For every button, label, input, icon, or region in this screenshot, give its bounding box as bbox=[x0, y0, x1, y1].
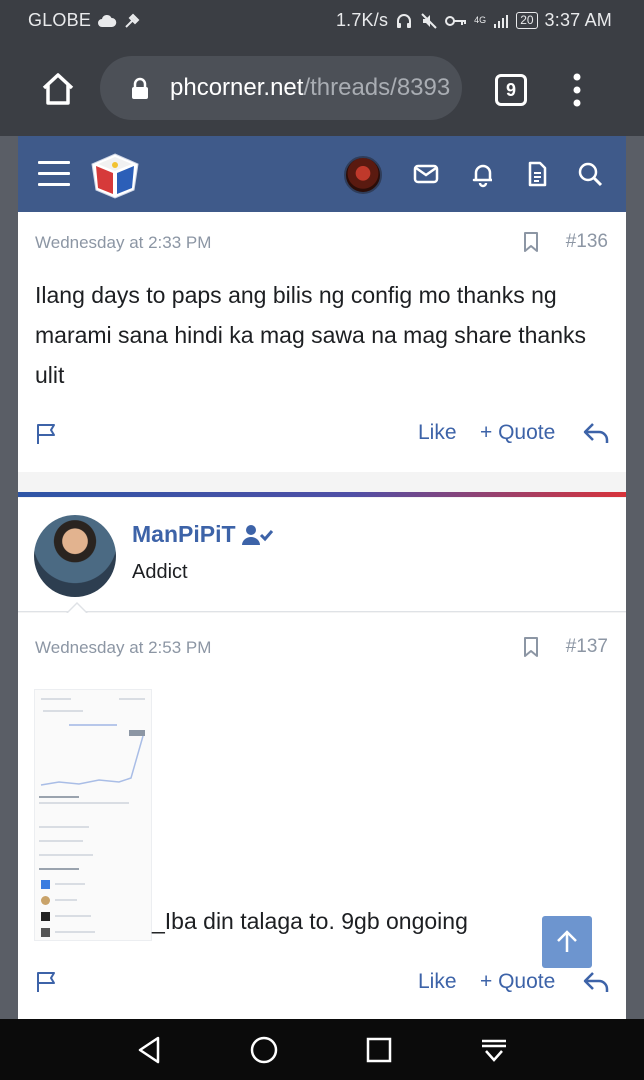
post-137: Wednesday at 2:53 PM #137 _Iba din talag… bbox=[18, 613, 626, 1019]
url-text: phcorner.net/threads/8393 bbox=[170, 74, 451, 101]
document-icon[interactable] bbox=[523, 160, 551, 188]
status-bar: GLOBE 1.7K/s 4G 20 3:37 AM bbox=[0, 0, 644, 40]
arrow-up-icon bbox=[557, 930, 577, 952]
scroll-to-top-button[interactable] bbox=[542, 916, 592, 968]
cloud-icon bbox=[98, 14, 117, 27]
post-date[interactable]: Wednesday at 2:33 PM bbox=[35, 233, 211, 253]
browser-menu-button[interactable] bbox=[566, 70, 588, 110]
like-button[interactable]: Like bbox=[418, 421, 457, 445]
username[interactable]: ManPiPiT bbox=[132, 521, 236, 548]
key-icon bbox=[445, 15, 467, 26]
like-button[interactable]: Like bbox=[418, 970, 457, 994]
system-nav-bar bbox=[0, 1019, 644, 1080]
tab-switcher-button[interactable]: 9 bbox=[495, 74, 527, 106]
post-number[interactable]: #137 bbox=[566, 636, 608, 658]
home-circle-icon[interactable] bbox=[249, 1035, 279, 1065]
user-info: ManPiPiT Addict bbox=[18, 498, 626, 612]
mail-icon[interactable] bbox=[412, 160, 440, 188]
reply-icon[interactable] bbox=[582, 420, 610, 446]
address-bar[interactable]: phcorner.net/threads/8393 bbox=[100, 56, 462, 120]
signal-icon bbox=[494, 14, 509, 28]
notification-down-icon[interactable] bbox=[479, 1035, 509, 1065]
post-body: Ilang days to paps ang bilis ng config m… bbox=[35, 282, 587, 388]
bookmark-icon[interactable] bbox=[522, 231, 540, 253]
browser-toolbar: phcorner.net/threads/8393 9 bbox=[0, 40, 644, 136]
headphones-icon bbox=[397, 13, 412, 28]
flag-icon[interactable] bbox=[34, 970, 58, 994]
lock-icon bbox=[132, 77, 148, 99]
network-type: 4G bbox=[474, 15, 487, 25]
carrier-label: GLOBE bbox=[28, 10, 92, 30]
bell-icon[interactable] bbox=[469, 160, 497, 188]
post-divider bbox=[18, 492, 626, 497]
clock: 3:37 AM bbox=[544, 10, 612, 30]
satellite-icon bbox=[125, 13, 140, 28]
network-speed: 1.7K/s bbox=[335, 10, 389, 30]
quote-button[interactable]: + Quote bbox=[480, 970, 555, 994]
verified-user-icon bbox=[242, 525, 274, 545]
battery-indicator: 20 bbox=[516, 12, 538, 29]
home-button[interactable] bbox=[38, 70, 78, 108]
site-logo[interactable] bbox=[88, 150, 142, 200]
logo-cube-icon bbox=[91, 153, 139, 199]
bookmark-icon[interactable] bbox=[522, 636, 540, 658]
post-number[interactable]: #136 bbox=[566, 231, 608, 253]
mute-icon bbox=[421, 12, 437, 29]
flag-icon[interactable] bbox=[34, 422, 58, 446]
back-icon[interactable] bbox=[134, 1035, 164, 1065]
recents-icon[interactable] bbox=[364, 1035, 394, 1065]
post-136: Wednesday at 2:33 PM #136 Ilang days to … bbox=[18, 212, 626, 472]
user-avatar[interactable] bbox=[34, 515, 116, 597]
menu-dots-icon bbox=[573, 73, 581, 107]
search-icon[interactable] bbox=[576, 160, 604, 188]
post-body: _Iba din talaga to. 9gb ongoing bbox=[152, 908, 468, 934]
user-title: Addict bbox=[132, 561, 188, 583]
web-page: Wednesday at 2:33 PM #136 Ilang days to … bbox=[18, 136, 626, 1019]
post-date[interactable]: Wednesday at 2:53 PM bbox=[35, 638, 211, 658]
site-header bbox=[18, 136, 626, 212]
home-icon bbox=[42, 73, 74, 105]
reply-icon[interactable] bbox=[582, 969, 610, 995]
quote-button[interactable]: + Quote bbox=[480, 421, 555, 445]
attachment-thumbnail[interactable] bbox=[34, 689, 152, 941]
hamburger-icon[interactable] bbox=[38, 161, 70, 187]
account-avatar[interactable] bbox=[344, 156, 382, 194]
user-block-arrow bbox=[66, 602, 88, 614]
